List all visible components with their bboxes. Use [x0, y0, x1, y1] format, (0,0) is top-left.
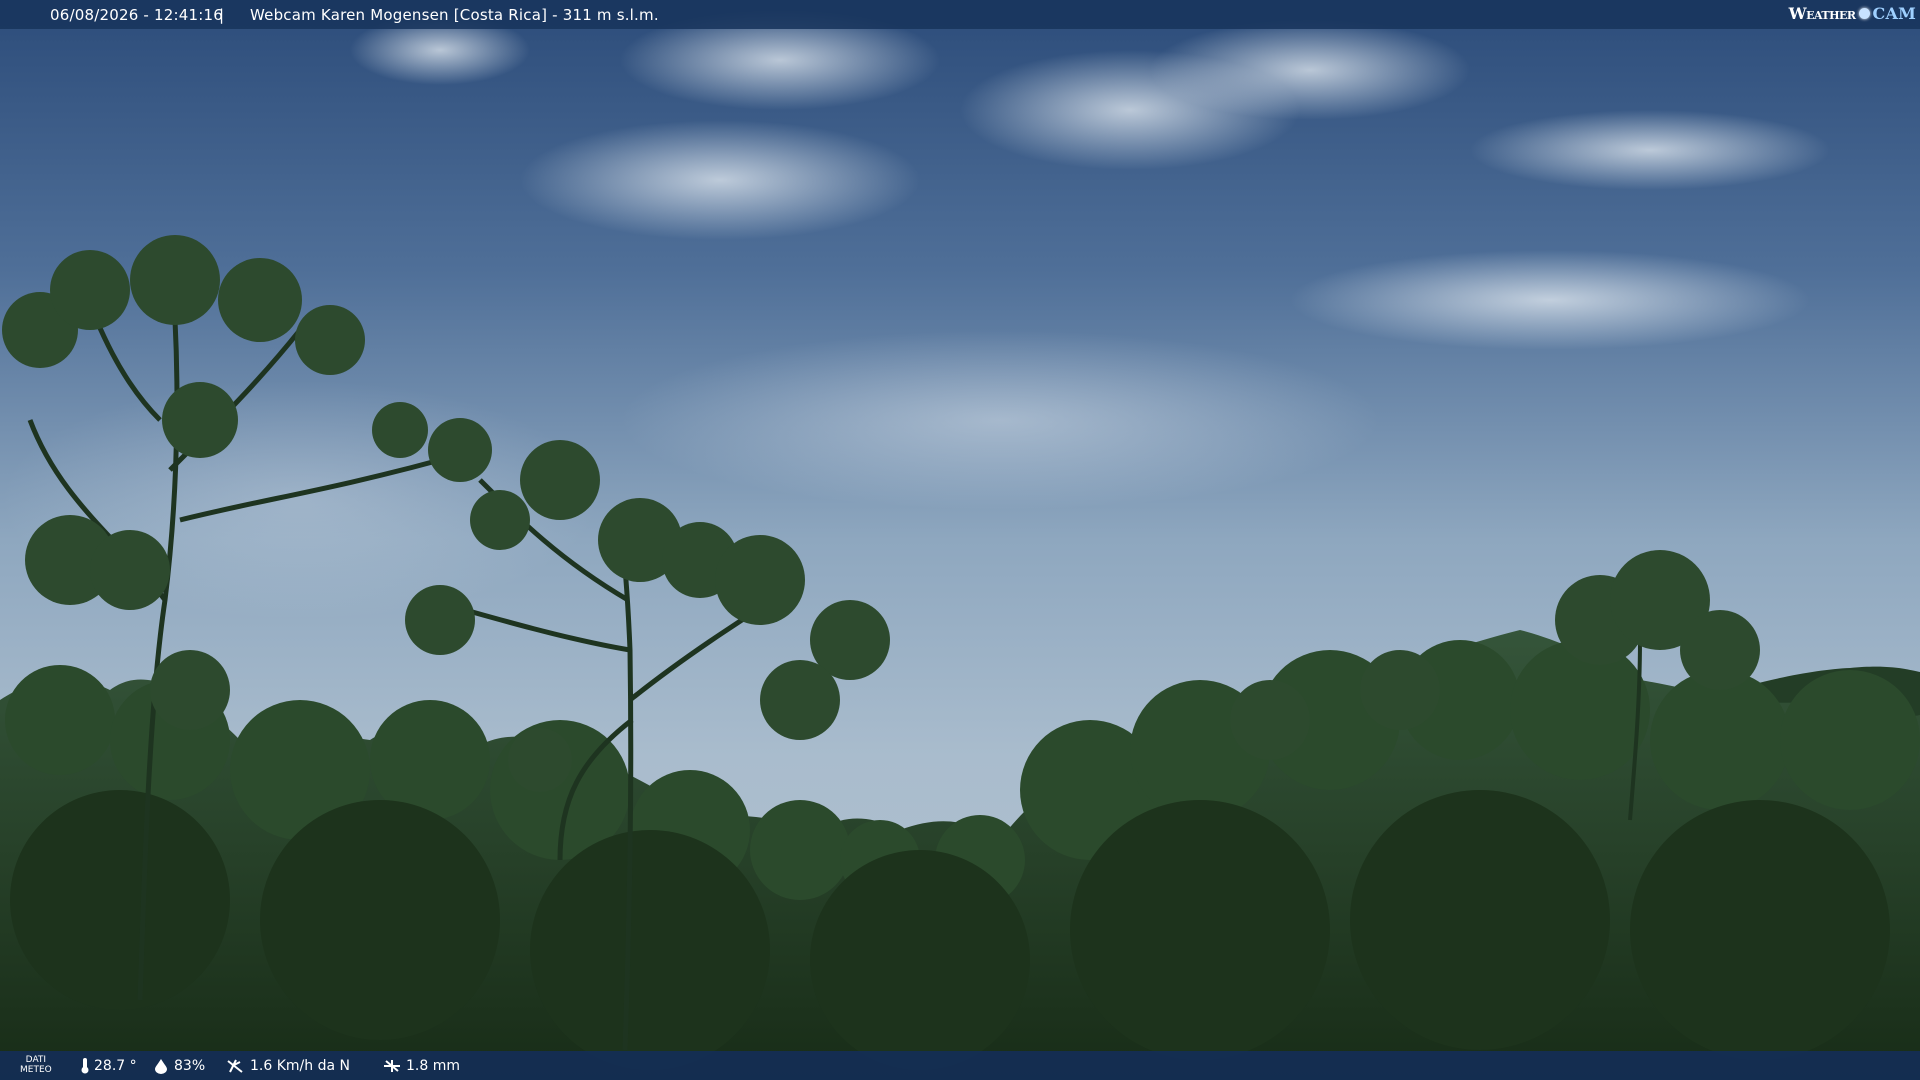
rain-value: 1.8 mm — [406, 1058, 460, 1074]
datetime: 06/08/2026 - 12:41:16 — [50, 6, 223, 24]
humidity-value: 83% — [174, 1058, 206, 1074]
temperature-reading: 28.7 ° — [80, 1058, 137, 1074]
logo-cam-text: CAM — [1872, 4, 1916, 23]
weather-data-bar: DATI METEO 28.7 ° 83% 1.6 Km/h da N 1.8 … — [0, 1051, 1920, 1080]
wind-value: 1.6 Km/h da N — [250, 1058, 350, 1074]
humidity-icon — [155, 1059, 167, 1074]
webcam-image — [0, 0, 1920, 1080]
label-line1: DATI — [25, 1055, 47, 1065]
label-line2: METEO — [20, 1065, 52, 1075]
info-header: 06/08/2026 - 12:41:16 | Webcam Karen Mog… — [0, 0, 1920, 29]
thermometer-icon — [81, 1058, 89, 1074]
header-separator: | — [219, 6, 225, 24]
rain-icon — [384, 1060, 400, 1072]
humidity-reading: 83% — [152, 1058, 205, 1074]
logo-globe-icon — [1858, 8, 1870, 19]
rain-reading: 1.8 mm — [382, 1058, 460, 1074]
wind-reading: 1.6 Km/h da N — [226, 1058, 350, 1074]
weathercam-logo[interactable]: Weather CAM — [1789, 4, 1916, 23]
wind-icon — [227, 1059, 243, 1073]
weather-data-label: DATI METEO — [20, 1055, 52, 1075]
webcam-location: Webcam Karen Mogensen [Costa Rica] - 311… — [250, 6, 659, 24]
temperature-value: 28.7 ° — [94, 1058, 137, 1074]
logo-weather-text: Weather — [1788, 4, 1856, 23]
